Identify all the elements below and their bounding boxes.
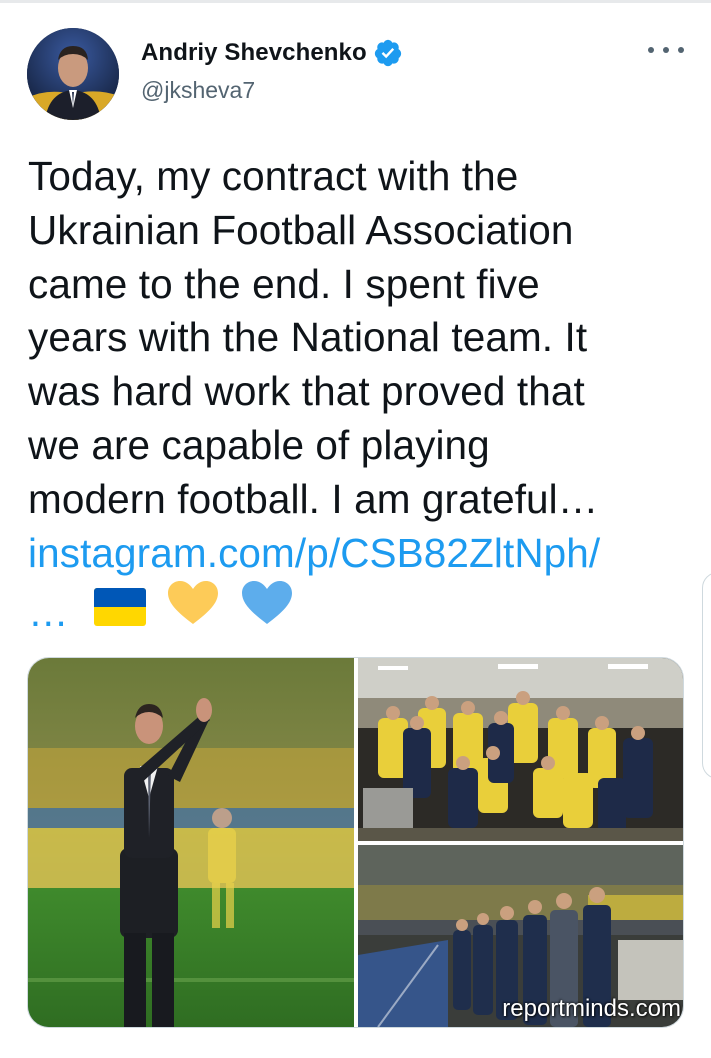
link-ellipsis[interactable]: …	[28, 589, 69, 635]
next-card-edge	[702, 572, 711, 779]
tweet-text-line: Ukrainian Football Association	[28, 206, 574, 253]
tweet-text-line: Today, my contract with the	[28, 153, 519, 199]
team-celebrating-locker-room-photo[interactable]	[358, 658, 683, 841]
blue-heart-icon	[241, 581, 292, 625]
ukraine-flag-icon	[93, 588, 146, 627]
display-name[interactable]: Andriy Shevchenko	[141, 39, 367, 67]
verified-badge-icon	[374, 39, 401, 67]
more-options-icon[interactable]	[648, 38, 684, 62]
dot	[678, 47, 684, 53]
tweet-text: Today, my contract with the Ukrainian Fo…	[28, 150, 688, 640]
media-grid[interactable]: reportminds.com	[27, 657, 684, 1028]
author-handle[interactable]: @jksheva7	[141, 77, 255, 104]
dot	[663, 47, 669, 53]
tweet-text-line: came to the end. I spent five	[28, 260, 540, 307]
emoji-row: …	[28, 580, 688, 640]
tweet-text-line: modern football. I am grateful…	[28, 475, 599, 522]
yellow-heart-icon	[168, 581, 219, 625]
avatar[interactable]	[27, 28, 119, 120]
watermark: reportminds.com	[502, 995, 681, 1022]
dot	[648, 47, 654, 53]
instagram-link[interactable]: instagram.com/p/CSB82ZltNph/	[28, 527, 688, 581]
profile-photo	[27, 28, 119, 120]
coach-applauding-photo[interactable]	[28, 658, 354, 1027]
author-name-row[interactable]: Andriy Shevchenko	[141, 38, 403, 68]
tweet-text-line: we are capable of playing	[28, 421, 490, 468]
tweet-text-line: years with the National team. It	[28, 314, 588, 361]
top-divider	[0, 0, 711, 3]
tweet-text-line: was hard work that proved that	[28, 368, 585, 415]
